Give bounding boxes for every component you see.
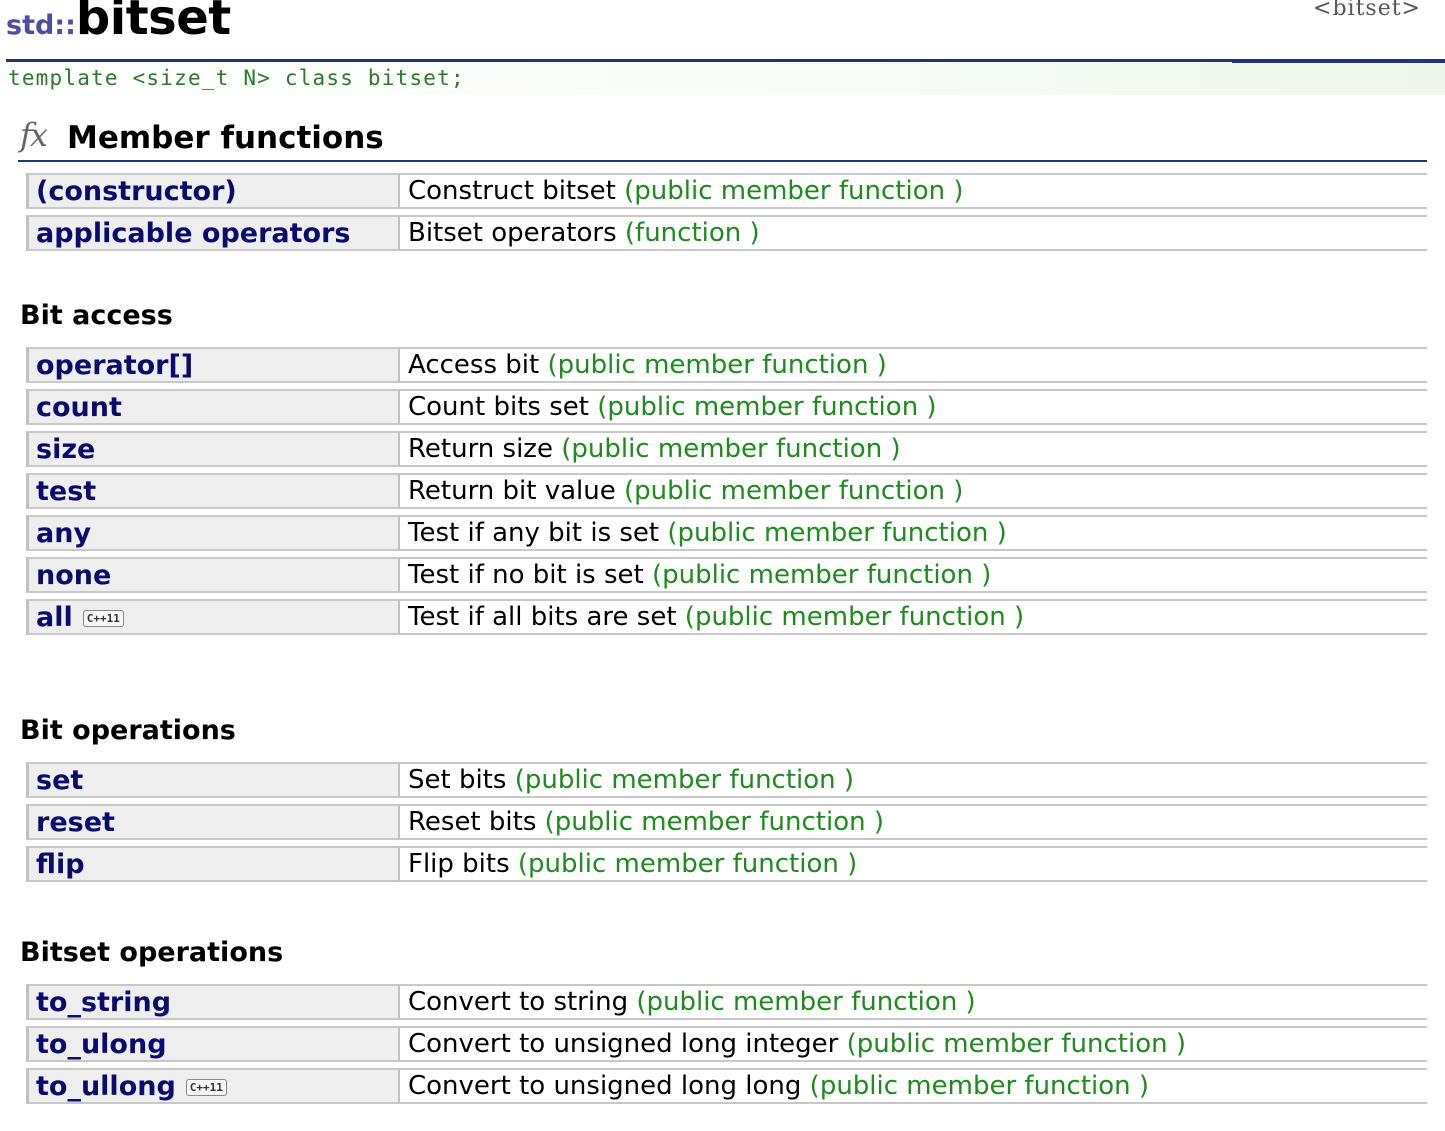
table-row: to_string Convert to string (public memb… — [26, 984, 1427, 1020]
member-description: Return size (public member function ) — [400, 431, 1427, 467]
member-link[interactable]: any — [26, 515, 400, 551]
member-description: Convert to string (public member functio… — [400, 984, 1427, 1020]
table-row: any Test if any bit is set (public membe… — [26, 515, 1427, 551]
member-description: Count bits set (public member function ) — [400, 389, 1427, 425]
member-link[interactable]: to_ulong — [26, 1026, 400, 1062]
member-link[interactable]: none — [26, 557, 400, 593]
member-link[interactable]: reset — [26, 804, 400, 840]
member-description: Set bits (public member function ) — [400, 762, 1427, 798]
member-description: Construct bitset (public member function… — [400, 173, 1427, 209]
group-title-bit-operations: Bit operations — [20, 715, 236, 746]
member-description: Bitset operators (function ) — [400, 215, 1427, 251]
table-row: operator[] Access bit (public member fun… — [26, 347, 1427, 383]
member-link[interactable]: size — [26, 431, 400, 467]
title-class-name: bitset — [75, 0, 231, 46]
table-row: set Set bits (public member function ) — [26, 762, 1427, 798]
member-link[interactable]: to_string — [26, 984, 400, 1020]
member-link[interactable]: count — [26, 389, 400, 425]
table-row: to_ulong Convert to unsigned long intege… — [26, 1026, 1427, 1062]
cpp11-badge-icon: C++11 — [185, 1078, 227, 1096]
table-row: size Return size (public member function… — [26, 431, 1427, 467]
table-row: count Count bits set (public member func… — [26, 389, 1427, 425]
fx-icon: fx — [20, 116, 48, 154]
member-description: Test if no bit is set (public member fun… — [400, 557, 1427, 593]
member-link[interactable]: flip — [26, 846, 400, 882]
table-row: none Test if no bit is set (public membe… — [26, 557, 1427, 593]
member-table-bitset-operations: to_string Convert to string (public memb… — [26, 978, 1427, 1110]
member-description: Convert to unsigned long integer (public… — [400, 1026, 1427, 1062]
member-description: Test if all bits are set (public member … — [400, 599, 1427, 635]
member-description: Flip bits (public member function ) — [400, 846, 1427, 882]
section-title: Member functions — [67, 120, 384, 156]
member-link[interactable]: to_ullong C++11 — [26, 1068, 400, 1104]
member-description: Convert to unsigned long long (public me… — [400, 1068, 1427, 1104]
group-title-bitset-operations: Bitset operations — [20, 937, 284, 968]
member-table-general: (constructor) Construct bitset (public m… — [26, 167, 1427, 257]
cpp11-badge-icon: C++11 — [82, 609, 124, 627]
page-title: std:: bitset — [6, 0, 231, 56]
member-link[interactable]: test — [26, 473, 400, 509]
table-row: (constructor) Construct bitset (public m… — [26, 173, 1427, 209]
member-table-bit-access: operator[] Access bit (public member fun… — [26, 341, 1427, 641]
member-table-bit-operations: set Set bits (public member function ) r… — [26, 756, 1427, 888]
member-description: Test if any bit is set (public member fu… — [400, 515, 1427, 551]
title-namespace: std:: — [6, 10, 76, 41]
table-row: reset Reset bits (public member function… — [26, 804, 1427, 840]
table-row: test Return bit value (public member fun… — [26, 473, 1427, 509]
member-link[interactable]: operator[] — [26, 347, 400, 383]
table-row: applicable operators Bitset operators (f… — [26, 215, 1427, 251]
member-description: Reset bits (public member function ) — [400, 804, 1427, 840]
member-description: Access bit (public member function ) — [400, 347, 1427, 383]
title-underline — [6, 59, 1422, 62]
table-row: to_ullong C++11 Convert to unsigned long … — [26, 1068, 1427, 1104]
header-include-tag[interactable]: <bitset> — [1313, 0, 1421, 21]
member-link[interactable]: applicable operators — [26, 215, 400, 251]
group-title-bit-access: Bit access — [20, 300, 173, 331]
table-row: all C++11 Test if all bits are set (publi… — [26, 599, 1427, 635]
member-link[interactable]: (constructor) — [26, 173, 400, 209]
member-link[interactable]: all C++11 — [26, 599, 400, 635]
member-link[interactable]: set — [26, 762, 400, 798]
member-functions-heading: fx Member functions — [18, 116, 1427, 162]
class-declaration: template <size_t N> class bitset; — [8, 66, 465, 90]
table-row: flip Flip bits (public member function ) — [26, 846, 1427, 882]
member-description: Return bit value (public member function… — [400, 473, 1427, 509]
